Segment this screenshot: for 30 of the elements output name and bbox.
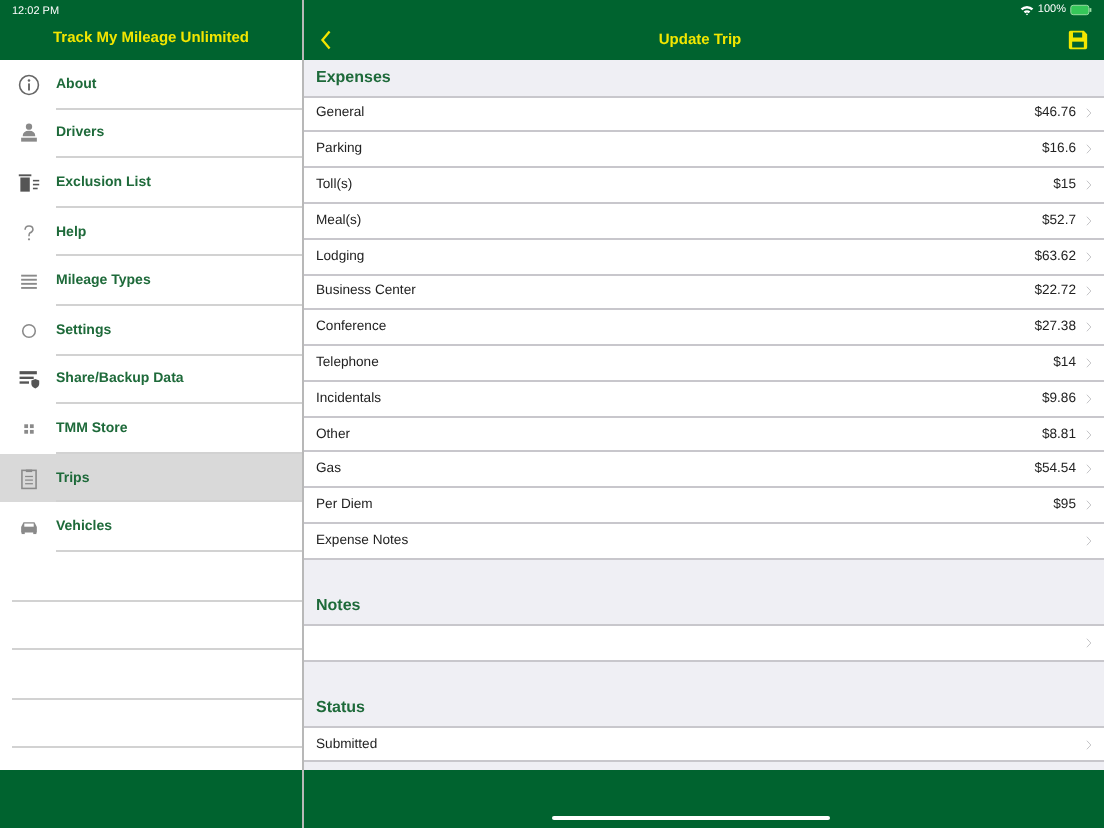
chevron-icon (1086, 144, 1092, 155)
chevron-icon (1086, 535, 1092, 546)
list-icon (17, 270, 39, 293)
section-header: Notes (316, 595, 361, 614)
chevron-icon (1086, 322, 1092, 333)
battery-icon (1070, 4, 1092, 16)
car-icon (17, 516, 39, 539)
chevron-icon (1086, 286, 1092, 297)
person-icon (17, 122, 39, 145)
wifi-icon (1019, 4, 1034, 16)
back-button[interactable] (320, 29, 332, 50)
trash-list-icon (17, 171, 39, 194)
save-button[interactable] (1067, 29, 1088, 50)
list-shield-icon (17, 368, 39, 391)
section-header: Expenses (316, 67, 391, 86)
chevron-icon (1086, 739, 1092, 750)
chevron-icon (1086, 108, 1092, 119)
chevron-icon (1086, 357, 1092, 368)
chevron-icon (1086, 637, 1092, 648)
section-header: Status (316, 697, 365, 716)
chevron-icon (1086, 393, 1092, 404)
chevron-icon (1086, 500, 1092, 511)
chevron-icon (1086, 180, 1092, 190)
chevron-icon (1086, 429, 1092, 440)
circle-icon (17, 319, 39, 342)
chevron-icon (1086, 215, 1092, 226)
clipboard-icon (17, 467, 39, 490)
chevron-icon (1086, 251, 1092, 262)
chevron-icon (1086, 464, 1092, 475)
info-icon (17, 73, 39, 96)
